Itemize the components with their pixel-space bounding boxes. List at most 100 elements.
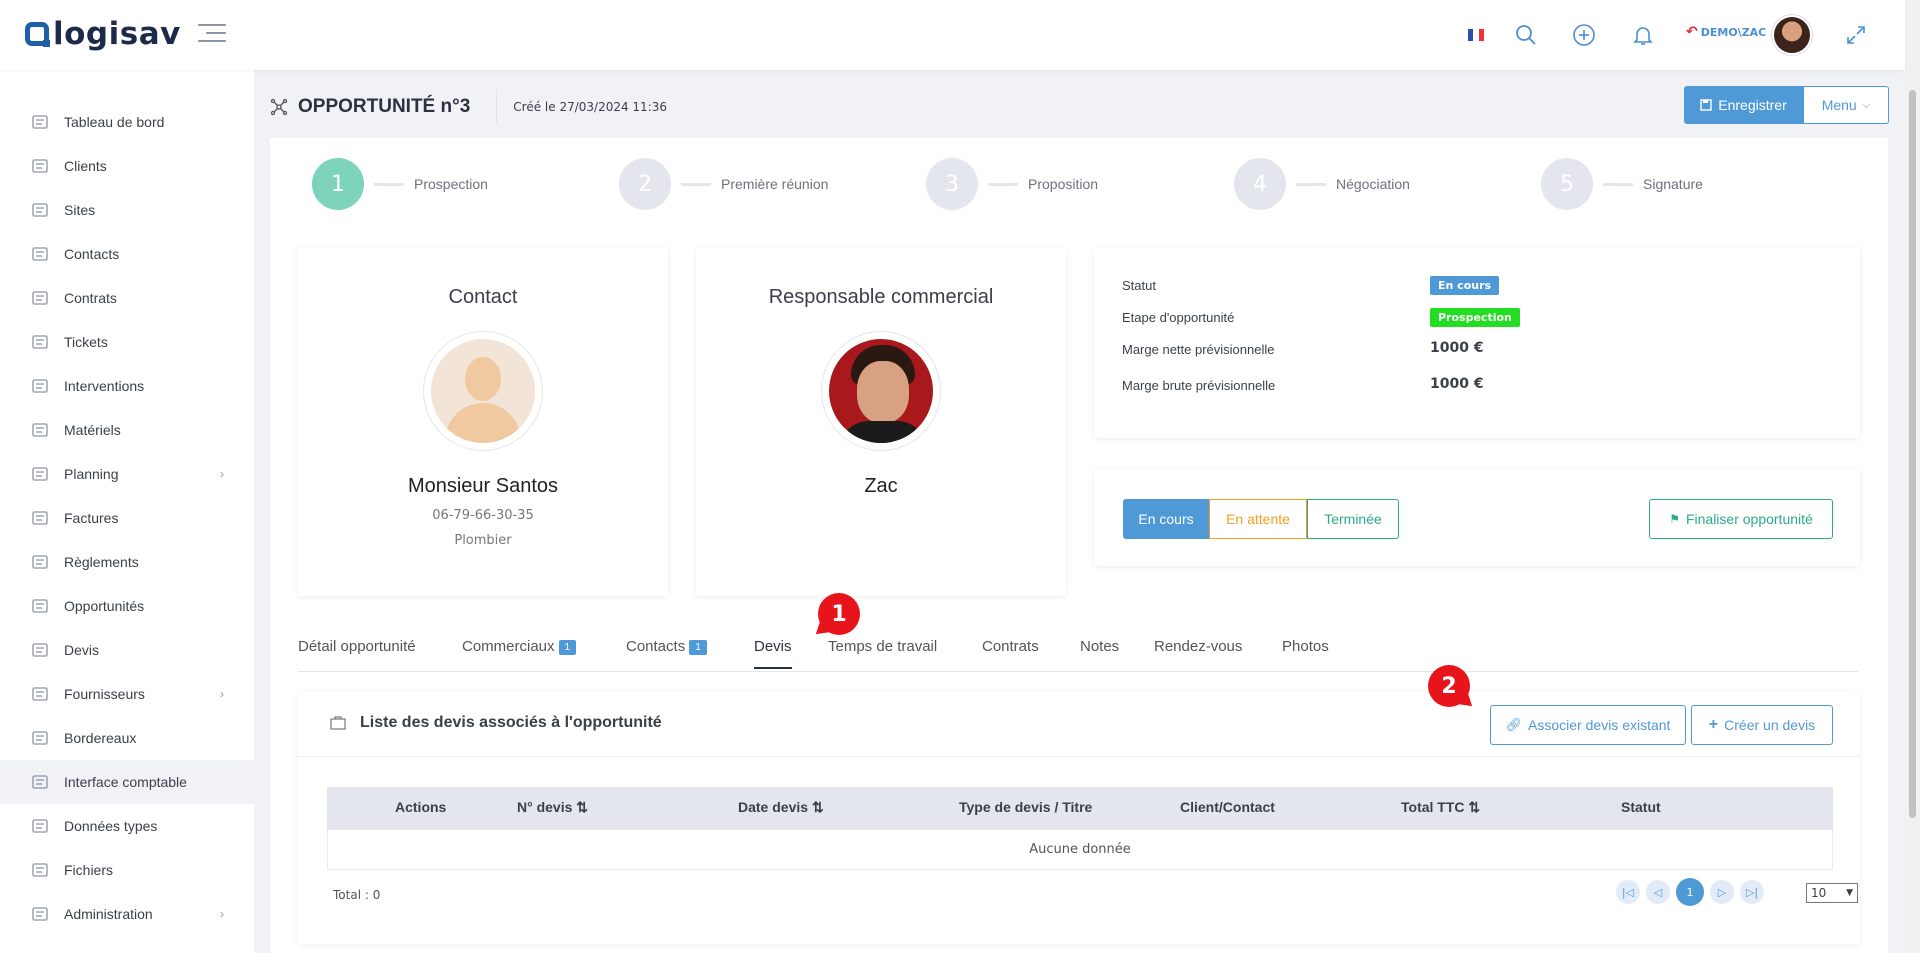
status-en-attente-button[interactable]: En attente — [1209, 499, 1307, 539]
next-page-icon[interactable]: ▷ — [1710, 880, 1734, 904]
sidebar-item-9[interactable]: Factures — [0, 496, 254, 540]
contact-card: Contact Monsieur Santos 06-79-66-30-35 P… — [298, 248, 668, 596]
sidebar-item-label: Règlements — [64, 554, 139, 570]
tab-2[interactable]: Contacts 1 — [626, 638, 707, 667]
tab-count-badge: 1 — [689, 639, 707, 655]
sidebar-item-1[interactable]: Clients — [0, 144, 254, 188]
contact-name: Monsieur Santos — [407, 475, 559, 497]
french-flag-icon[interactable] — [1468, 29, 1484, 41]
tab-7[interactable]: Rendez-vous — [1154, 638, 1242, 667]
create-devis-button[interactable]: + Créer un devis — [1691, 705, 1833, 745]
sidebar-item-8[interactable]: Planning › — [0, 452, 254, 496]
step-2[interactable]: 2 Première réunion — [619, 158, 828, 210]
sidebar-item-label: Sites — [64, 202, 96, 218]
sidebar-item-label: Données types — [64, 818, 158, 834]
prev-page-icon[interactable]: ◁ — [1646, 880, 1670, 904]
sidebar-item-10[interactable]: Règlements — [0, 540, 254, 584]
bell-icon[interactable] — [1631, 23, 1655, 47]
step-number: 2 — [619, 158, 671, 210]
sidebar-item-11[interactable]: Opportunités — [0, 584, 254, 628]
sidebar-item-7[interactable]: Matériels — [0, 408, 254, 452]
sidebar-item-14[interactable]: Bordereaux — [0, 716, 254, 760]
sidebar-item-label: Tableau de bord — [64, 114, 165, 130]
status-terminee-button[interactable]: Terminée — [1307, 499, 1399, 539]
column-numero[interactable]: N° devis ⇅ — [517, 799, 588, 816]
search-icon[interactable] — [1514, 23, 1538, 47]
network-icon — [270, 98, 288, 116]
tab-0[interactable]: Détail opportunité — [298, 638, 416, 667]
first-page-icon[interactable]: |◁ — [1616, 880, 1640, 904]
external-link-icon — [30, 772, 50, 792]
user-switch[interactable]: ↶ DEMO\ZAC — [1686, 24, 1766, 40]
sidebar-item-4[interactable]: Contrats — [0, 276, 254, 320]
sidebar-item-13[interactable]: Fournisseurs › — [0, 672, 254, 716]
page-size-select[interactable]: 10 ▼ — [1806, 883, 1858, 903]
sidebar-item-3[interactable]: Contacts — [0, 232, 254, 276]
tab-label: Temps de travail — [828, 638, 938, 655]
logo-text: logisav — [53, 16, 181, 52]
tab-label: Contacts — [626, 638, 686, 655]
sidebar-item-12[interactable]: Devis — [0, 628, 254, 672]
sidebar-item-18[interactable]: Administration › — [0, 892, 254, 936]
page-header: OPPORTUNITÉ n°3 Créé le 27/03/2024 11:36 — [270, 82, 667, 132]
flag-icon: ⚑ — [1669, 512, 1680, 526]
chevron-right-icon: › — [220, 687, 224, 701]
menu-dropdown-button[interactable]: Menu ⌵ — [1803, 86, 1889, 124]
finalize-label: Finaliser opportunité — [1685, 511, 1813, 527]
contact-heading: Contact — [448, 286, 518, 308]
sidebar-item-label: Planning — [64, 466, 119, 482]
grid-icon — [30, 816, 50, 836]
tab-3[interactable]: Devis — [754, 638, 792, 669]
tab-label: Photos — [1282, 638, 1329, 655]
menu-toggle-icon[interactable] — [198, 24, 226, 44]
sidebar-item-16[interactable]: Données types — [0, 804, 254, 848]
column-total[interactable]: Total TTC ⇅ — [1401, 799, 1480, 816]
sidebar-item-5[interactable]: Tickets — [0, 320, 254, 364]
devis-list-header: Liste des devis associés à l'opportunité — [330, 714, 662, 732]
panel-divider — [298, 756, 1860, 757]
logo[interactable]: logisav — [25, 16, 181, 52]
sidebar-item-2[interactable]: Sites — [0, 188, 254, 232]
etape-label: Etape d'opportunité — [1122, 310, 1235, 325]
step-1[interactable]: 1 Prospection — [312, 158, 488, 210]
sidebar-item-0[interactable]: Tableau de bord — [0, 100, 254, 144]
tab-5[interactable]: Contrats — [982, 638, 1039, 667]
empty-row: Aucune donnée — [327, 829, 1833, 870]
tab-4[interactable]: Temps de travail — [828, 638, 937, 667]
sidebar-item-label: Clients — [64, 158, 107, 174]
annotation-marker-1: 1 — [818, 593, 860, 635]
scrollbar[interactable] — [1905, 0, 1920, 953]
sidebar-item-6[interactable]: Interventions — [0, 364, 254, 408]
tab-label: Rendez-vous — [1154, 638, 1243, 655]
scrollbar-thumb[interactable] — [1909, 90, 1916, 818]
chevron-right-icon: › — [220, 907, 224, 921]
tab-8[interactable]: Photos — [1282, 638, 1329, 667]
last-page-icon[interactable]: ▷| — [1740, 880, 1764, 904]
tab-label: Devis — [754, 638, 792, 655]
tab-1[interactable]: Commerciaux 1 — [462, 638, 577, 667]
sidebar-item-17[interactable]: Fichiers — [0, 848, 254, 892]
associate-devis-button[interactable]: 🔗︎ Associer devis existant — [1490, 705, 1686, 745]
save-button[interactable]: Enregistrer — [1684, 86, 1803, 124]
step-number: 3 — [926, 158, 978, 210]
step-number: 4 — [1234, 158, 1286, 210]
dashboard-icon — [30, 112, 50, 132]
sidebar-item-label: Bordereaux — [64, 730, 137, 746]
status-badge: En cours — [1430, 276, 1500, 295]
fullscreen-icon[interactable] — [1844, 23, 1868, 47]
chevron-down-icon: ▼ — [1846, 888, 1853, 898]
finalize-opportunity-button[interactable]: ⚑ Finaliser opportunité — [1649, 499, 1833, 539]
step-5[interactable]: 5 Signature — [1541, 158, 1703, 210]
tab-6[interactable]: Notes — [1080, 638, 1119, 667]
sidebar-item-15[interactable]: Interface comptable — [0, 760, 254, 804]
step-3[interactable]: 3 Proposition — [926, 158, 1098, 210]
add-circle-icon[interactable] — [1572, 23, 1596, 47]
total-count: Total : 0 — [333, 888, 381, 902]
status-en-cours-button[interactable]: En cours — [1123, 499, 1209, 539]
page-number[interactable]: 1 — [1676, 878, 1704, 906]
column-date[interactable]: Date devis ⇅ — [738, 799, 824, 816]
step-4[interactable]: 4 Négociation — [1234, 158, 1410, 210]
created-date: Créé le 27/03/2024 11:36 — [513, 100, 668, 114]
user-avatar[interactable] — [1772, 15, 1812, 55]
chevron-right-icon: › — [220, 467, 224, 481]
